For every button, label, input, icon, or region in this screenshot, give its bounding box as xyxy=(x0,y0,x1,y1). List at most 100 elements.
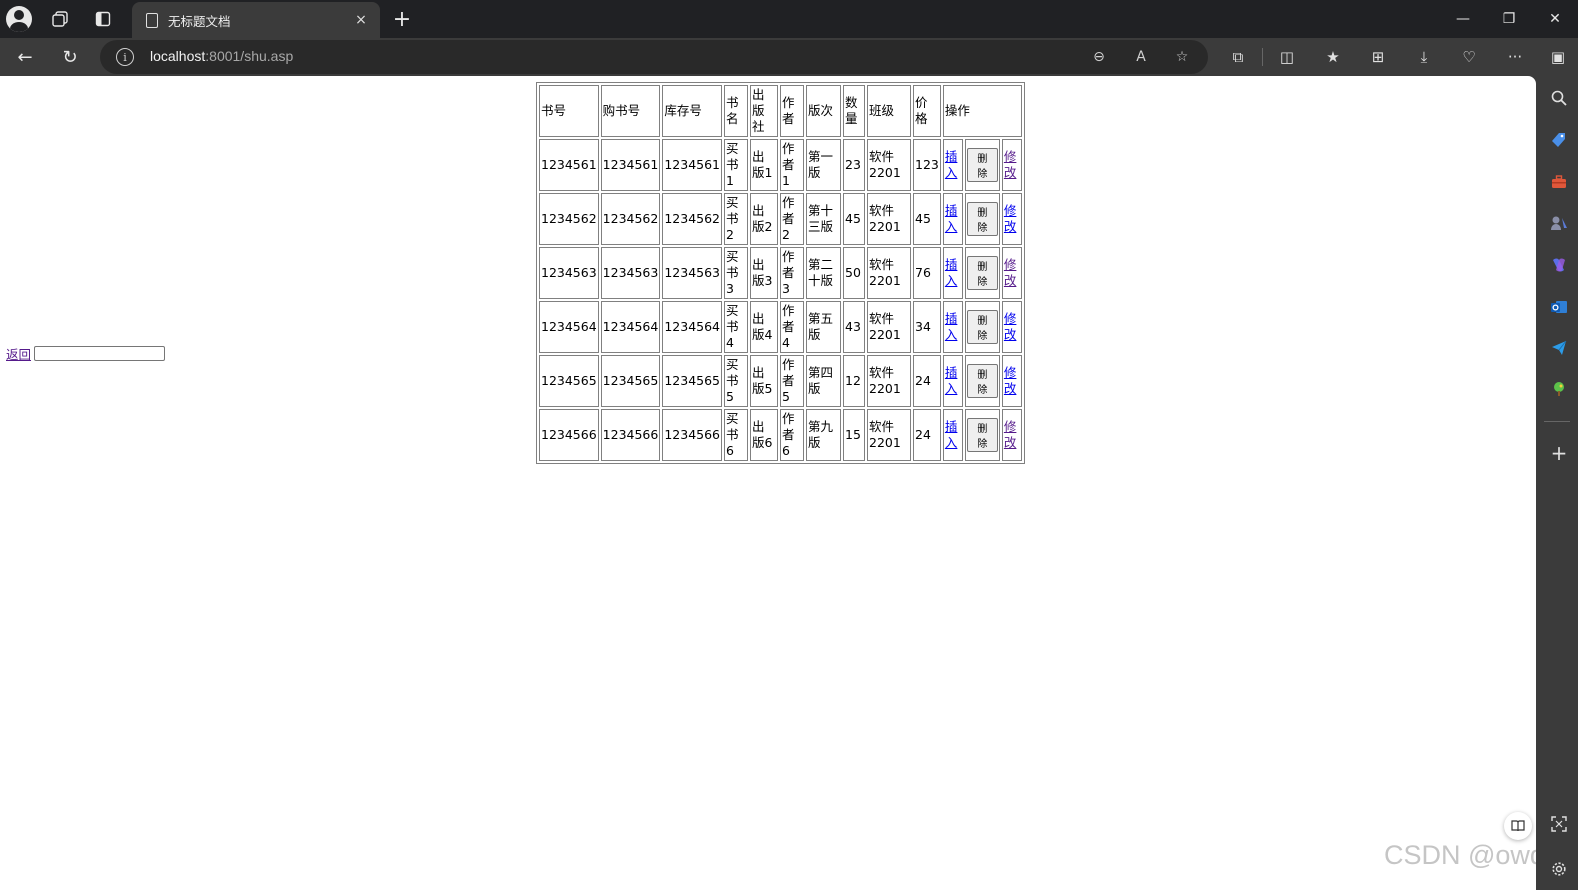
insert-link[interactable]: 插入 xyxy=(945,149,958,180)
table-row: 1234563 1234563 1234563 买书3 出版3 作者3 第二十版 50 软件22… xyxy=(539,247,1022,299)
header-stock-no: 库存号 xyxy=(662,85,723,137)
vertical-tabs-icon[interactable] xyxy=(89,5,117,33)
modify-link[interactable]: 修改 xyxy=(1004,257,1017,288)
books-table: 书号 购书号 库存号 书名 出版社 作者 版次 数量 班级 价格 操作 1234… xyxy=(536,82,1025,464)
delete-button[interactable]: 删除 xyxy=(966,148,998,182)
cell-purchase-no: 1234561 xyxy=(600,139,661,191)
profile-icon[interactable] xyxy=(5,5,33,33)
performance-icon[interactable]: ♡ xyxy=(1456,44,1482,70)
delete-button[interactable]: 删除 xyxy=(966,202,998,236)
modify-link[interactable]: 修改 xyxy=(1004,419,1017,450)
cell-price: 34 xyxy=(913,301,941,353)
window-close-icon[interactable]: ✕ xyxy=(1532,0,1578,38)
outlook-icon[interactable] xyxy=(1548,296,1570,318)
delete-button[interactable]: 删除 xyxy=(966,364,998,398)
tree-icon[interactable] xyxy=(1548,378,1570,400)
cell-modify: 修改 xyxy=(1001,301,1022,353)
tab-title: 无标题文档 xyxy=(168,13,231,29)
cell-insert: 插入 xyxy=(942,301,963,353)
insert-link[interactable]: 插入 xyxy=(945,203,958,234)
minimize-icon[interactable]: — xyxy=(1440,0,1486,38)
cell-author: 作者1 xyxy=(780,139,805,191)
split-screen-icon[interactable]: ◫ xyxy=(1274,44,1300,70)
cell-book-no: 1234562 xyxy=(539,193,599,245)
send-telegram-icon[interactable] xyxy=(1548,337,1570,359)
table-row: 1234566 1234566 1234566 买书6 出版6 作者6 第九版 15 软件220… xyxy=(539,409,1022,461)
more-menu-icon[interactable]: ··· xyxy=(1502,44,1528,70)
url-text[interactable]: localhost:8001/shu.asp xyxy=(150,48,293,64)
cell-book-no: 1234565 xyxy=(539,355,599,407)
favorite-star-icon[interactable]: ☆ xyxy=(1171,46,1193,68)
collections-icon[interactable]: ⊞ xyxy=(1365,44,1391,70)
cell-class: 软件2201 xyxy=(867,355,912,407)
immersive-reader-icon[interactable] xyxy=(1504,812,1532,840)
url-path: :8001/shu.asp xyxy=(205,48,294,64)
sidebar-toggle-icon[interactable]: ▣ xyxy=(1545,44,1571,70)
cell-delete: 删除 xyxy=(964,139,1000,191)
delete-button[interactable]: 删除 xyxy=(966,256,998,290)
cell-modify: 修改 xyxy=(1001,193,1022,245)
insert-link[interactable]: 插入 xyxy=(945,365,958,396)
read-aloud-icon[interactable]: A xyxy=(1130,46,1152,68)
delete-button[interactable]: 删除 xyxy=(966,418,998,452)
restore-icon[interactable]: ❐ xyxy=(1486,0,1532,38)
extensions-icon[interactable]: ⧉ xyxy=(1225,44,1251,70)
active-tab[interactable]: 无标题文档 × xyxy=(132,2,380,38)
settings-gear-icon[interactable] xyxy=(1548,858,1570,880)
cell-author: 作者5 xyxy=(780,355,805,407)
cell-stock-no: 1234566 xyxy=(662,409,723,461)
cell-purchase-no: 1234562 xyxy=(600,193,661,245)
tools-briefcase-icon[interactable] xyxy=(1548,171,1570,193)
cell-price: 24 xyxy=(913,409,941,461)
text-input[interactable] xyxy=(34,346,166,361)
cell-title: 买书1 xyxy=(724,139,749,191)
refresh-icon[interactable]: ↻ xyxy=(55,42,85,72)
cell-modify: 修改 xyxy=(1001,139,1022,191)
header-actions: 操作 xyxy=(942,85,1022,137)
address-bar[interactable]: i localhost:8001/shu.asp ⊖ A ☆ xyxy=(100,40,1208,74)
screenshot-icon[interactable] xyxy=(1548,813,1570,835)
tab-close-icon[interactable]: × xyxy=(350,9,372,31)
modify-link[interactable]: 修改 xyxy=(1004,203,1017,234)
delete-button[interactable]: 删除 xyxy=(966,310,998,344)
page-viewport: 书号 购书号 库存号 书名 出版社 作者 版次 数量 班级 价格 操作 1234… xyxy=(0,76,1536,890)
shopping-tag-icon[interactable] xyxy=(1548,129,1570,151)
cell-class: 软件2201 xyxy=(867,193,912,245)
sidebar-add-icon[interactable]: + xyxy=(1548,441,1570,465)
sidebar-search-icon[interactable] xyxy=(1548,87,1570,109)
toolbar-divider xyxy=(1262,48,1263,66)
back-link[interactable]: 返回 xyxy=(6,344,31,363)
cell-class: 软件2201 xyxy=(867,409,912,461)
downloads-icon[interactable]: ⤓ xyxy=(1411,44,1437,70)
cell-author: 作者2 xyxy=(780,193,805,245)
insert-link[interactable]: 插入 xyxy=(945,257,958,288)
cell-publisher: 出版6 xyxy=(750,409,779,461)
cell-author: 作者3 xyxy=(780,247,805,299)
cell-quantity: 15 xyxy=(843,409,866,461)
modify-link[interactable]: 修改 xyxy=(1004,311,1017,342)
cell-stock-no: 1234565 xyxy=(662,355,723,407)
new-tab-icon[interactable]: + xyxy=(388,5,416,33)
cell-price: 45 xyxy=(913,193,941,245)
cell-edition: 第四版 xyxy=(806,355,842,407)
table-row: 1234562 1234562 1234562 买书2 出版2 作者2 第十三版 45 软件22… xyxy=(539,193,1022,245)
workspaces-icon[interactable] xyxy=(46,5,74,33)
cell-quantity: 23 xyxy=(843,139,866,191)
back-icon[interactable]: ← xyxy=(10,42,40,72)
insert-link[interactable]: 插入 xyxy=(945,419,958,450)
copilot-icon[interactable] xyxy=(1548,254,1570,276)
zoom-out-icon[interactable]: ⊖ xyxy=(1088,46,1110,68)
sidebar-divider xyxy=(1544,421,1570,422)
cell-delete: 删除 xyxy=(964,247,1000,299)
modify-link[interactable]: 修改 xyxy=(1004,365,1017,396)
cell-title: 买书6 xyxy=(724,409,749,461)
favorites-icon[interactable]: ★ xyxy=(1320,44,1346,70)
games-icon[interactable] xyxy=(1548,212,1570,234)
table-row: 1234561 1234561 1234561 买书1 出版1 作者1 第一版 23 软件220… xyxy=(539,139,1022,191)
insert-link[interactable]: 插入 xyxy=(945,311,958,342)
cell-publisher: 出版1 xyxy=(750,139,779,191)
cell-edition: 第五版 xyxy=(806,301,842,353)
modify-link[interactable]: 修改 xyxy=(1004,149,1017,180)
table-row: 1234565 1234565 1234565 买书5 出版5 作者5 第四版 12 软件220… xyxy=(539,355,1022,407)
site-info-icon[interactable]: i xyxy=(116,48,134,66)
